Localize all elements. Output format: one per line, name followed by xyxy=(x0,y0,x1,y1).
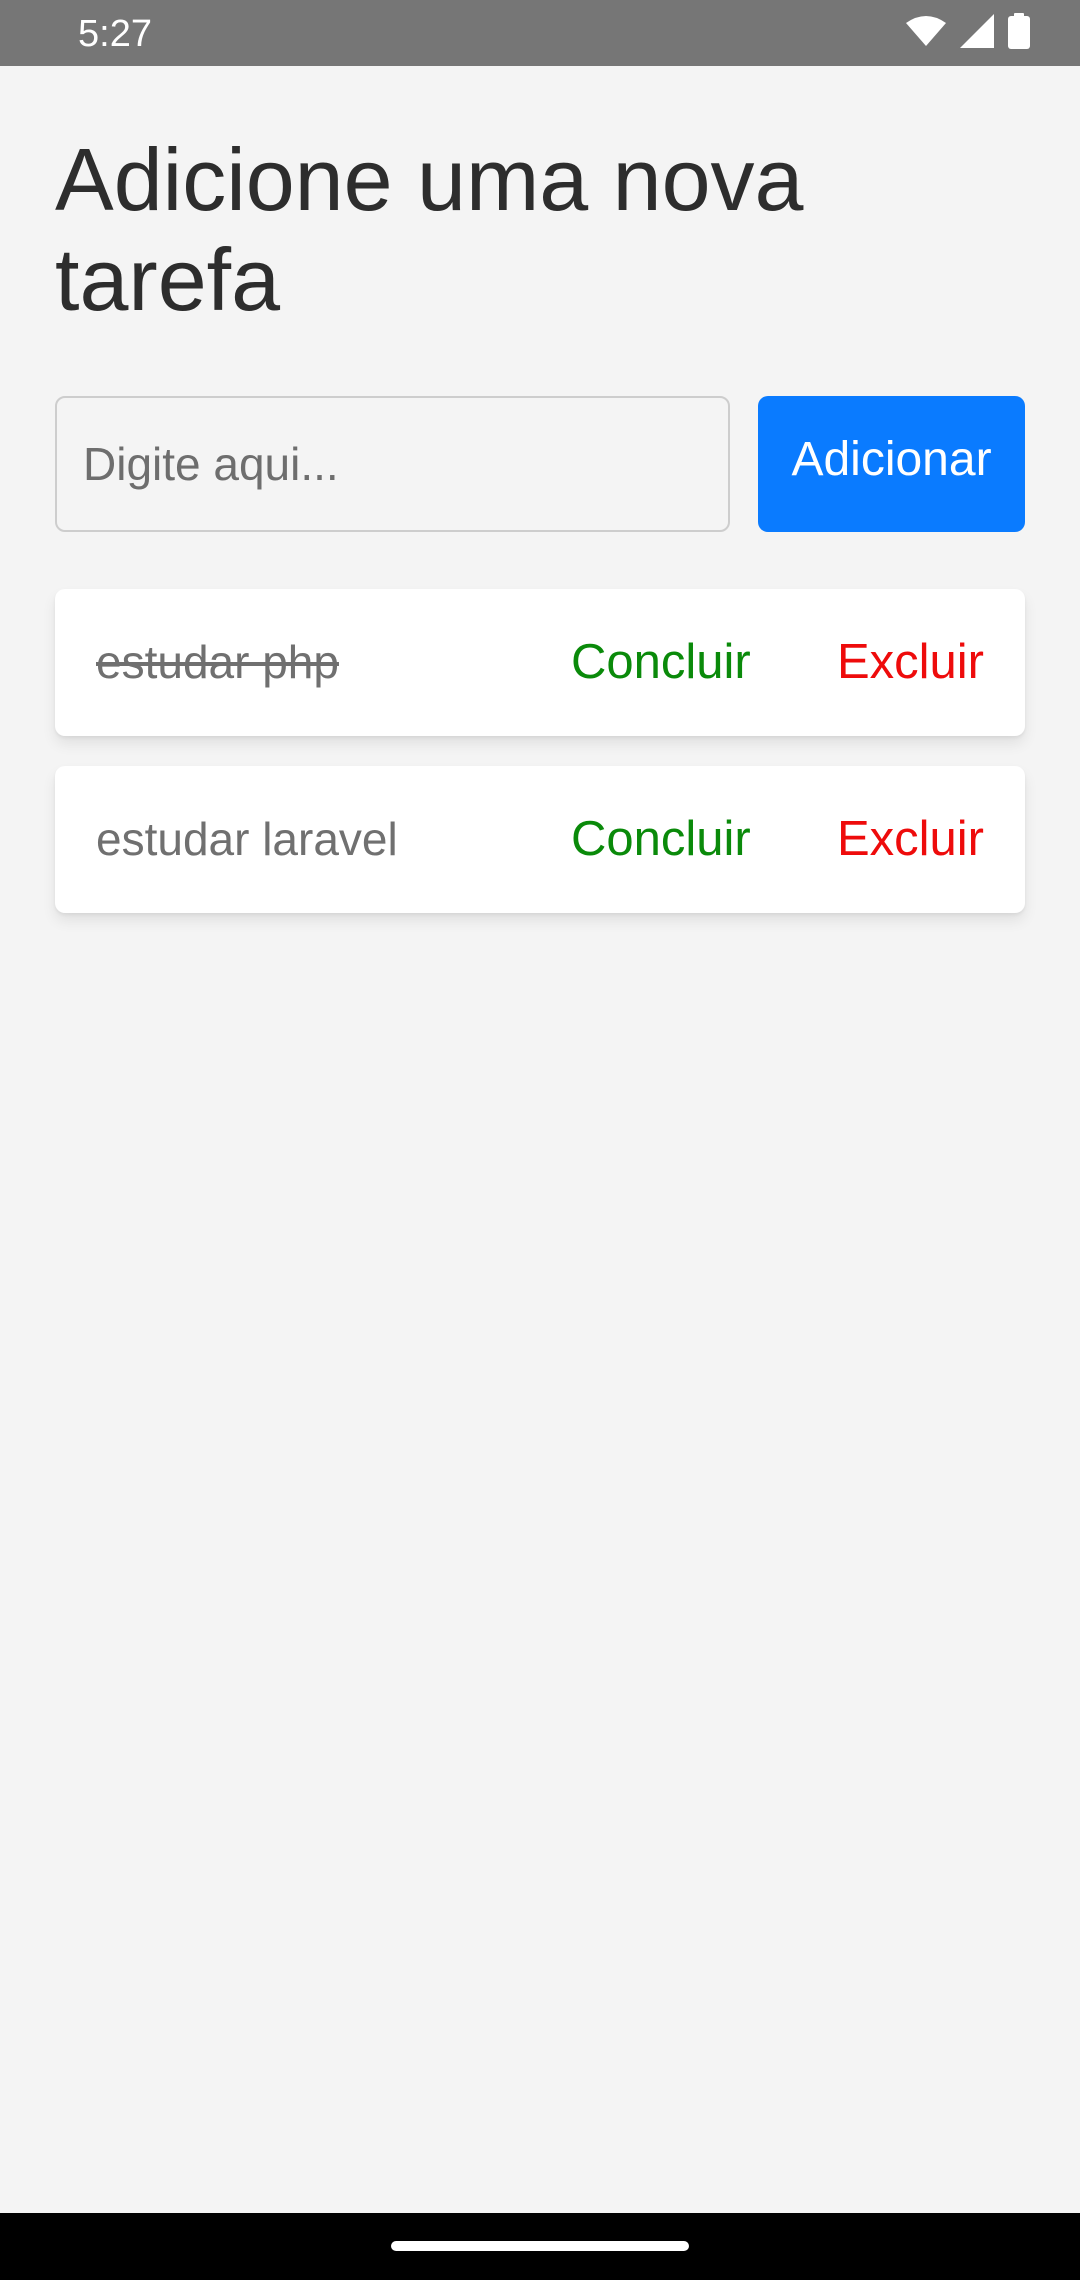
battery-icon xyxy=(1008,12,1030,54)
task-text: estudar php xyxy=(96,636,339,688)
conclude-button[interactable]: Concluir xyxy=(571,766,751,913)
home-indicator[interactable] xyxy=(391,2241,689,2251)
task-list: estudar php Concluir Excluir estudar lar… xyxy=(55,589,1025,943)
signal-icon xyxy=(960,13,994,53)
task-item: estudar laravel Concluir Excluir xyxy=(55,766,1025,913)
wifi-icon xyxy=(906,15,946,52)
delete-button[interactable]: Excluir xyxy=(837,589,984,736)
navigation-bar xyxy=(0,2213,1080,2280)
task-text: estudar laravel xyxy=(96,813,398,865)
status-bar: 5:27 xyxy=(0,0,1080,66)
conclude-button[interactable]: Concluir xyxy=(571,589,751,736)
page-title: Adicione uma nova tarefa xyxy=(55,130,804,329)
status-icons xyxy=(906,12,1030,54)
task-item: estudar php Concluir Excluir xyxy=(55,589,1025,736)
status-time: 5:27 xyxy=(78,13,152,55)
task-input[interactable] xyxy=(55,396,730,532)
add-task-button[interactable]: Adicionar xyxy=(758,396,1025,532)
delete-button[interactable]: Excluir xyxy=(837,766,984,913)
